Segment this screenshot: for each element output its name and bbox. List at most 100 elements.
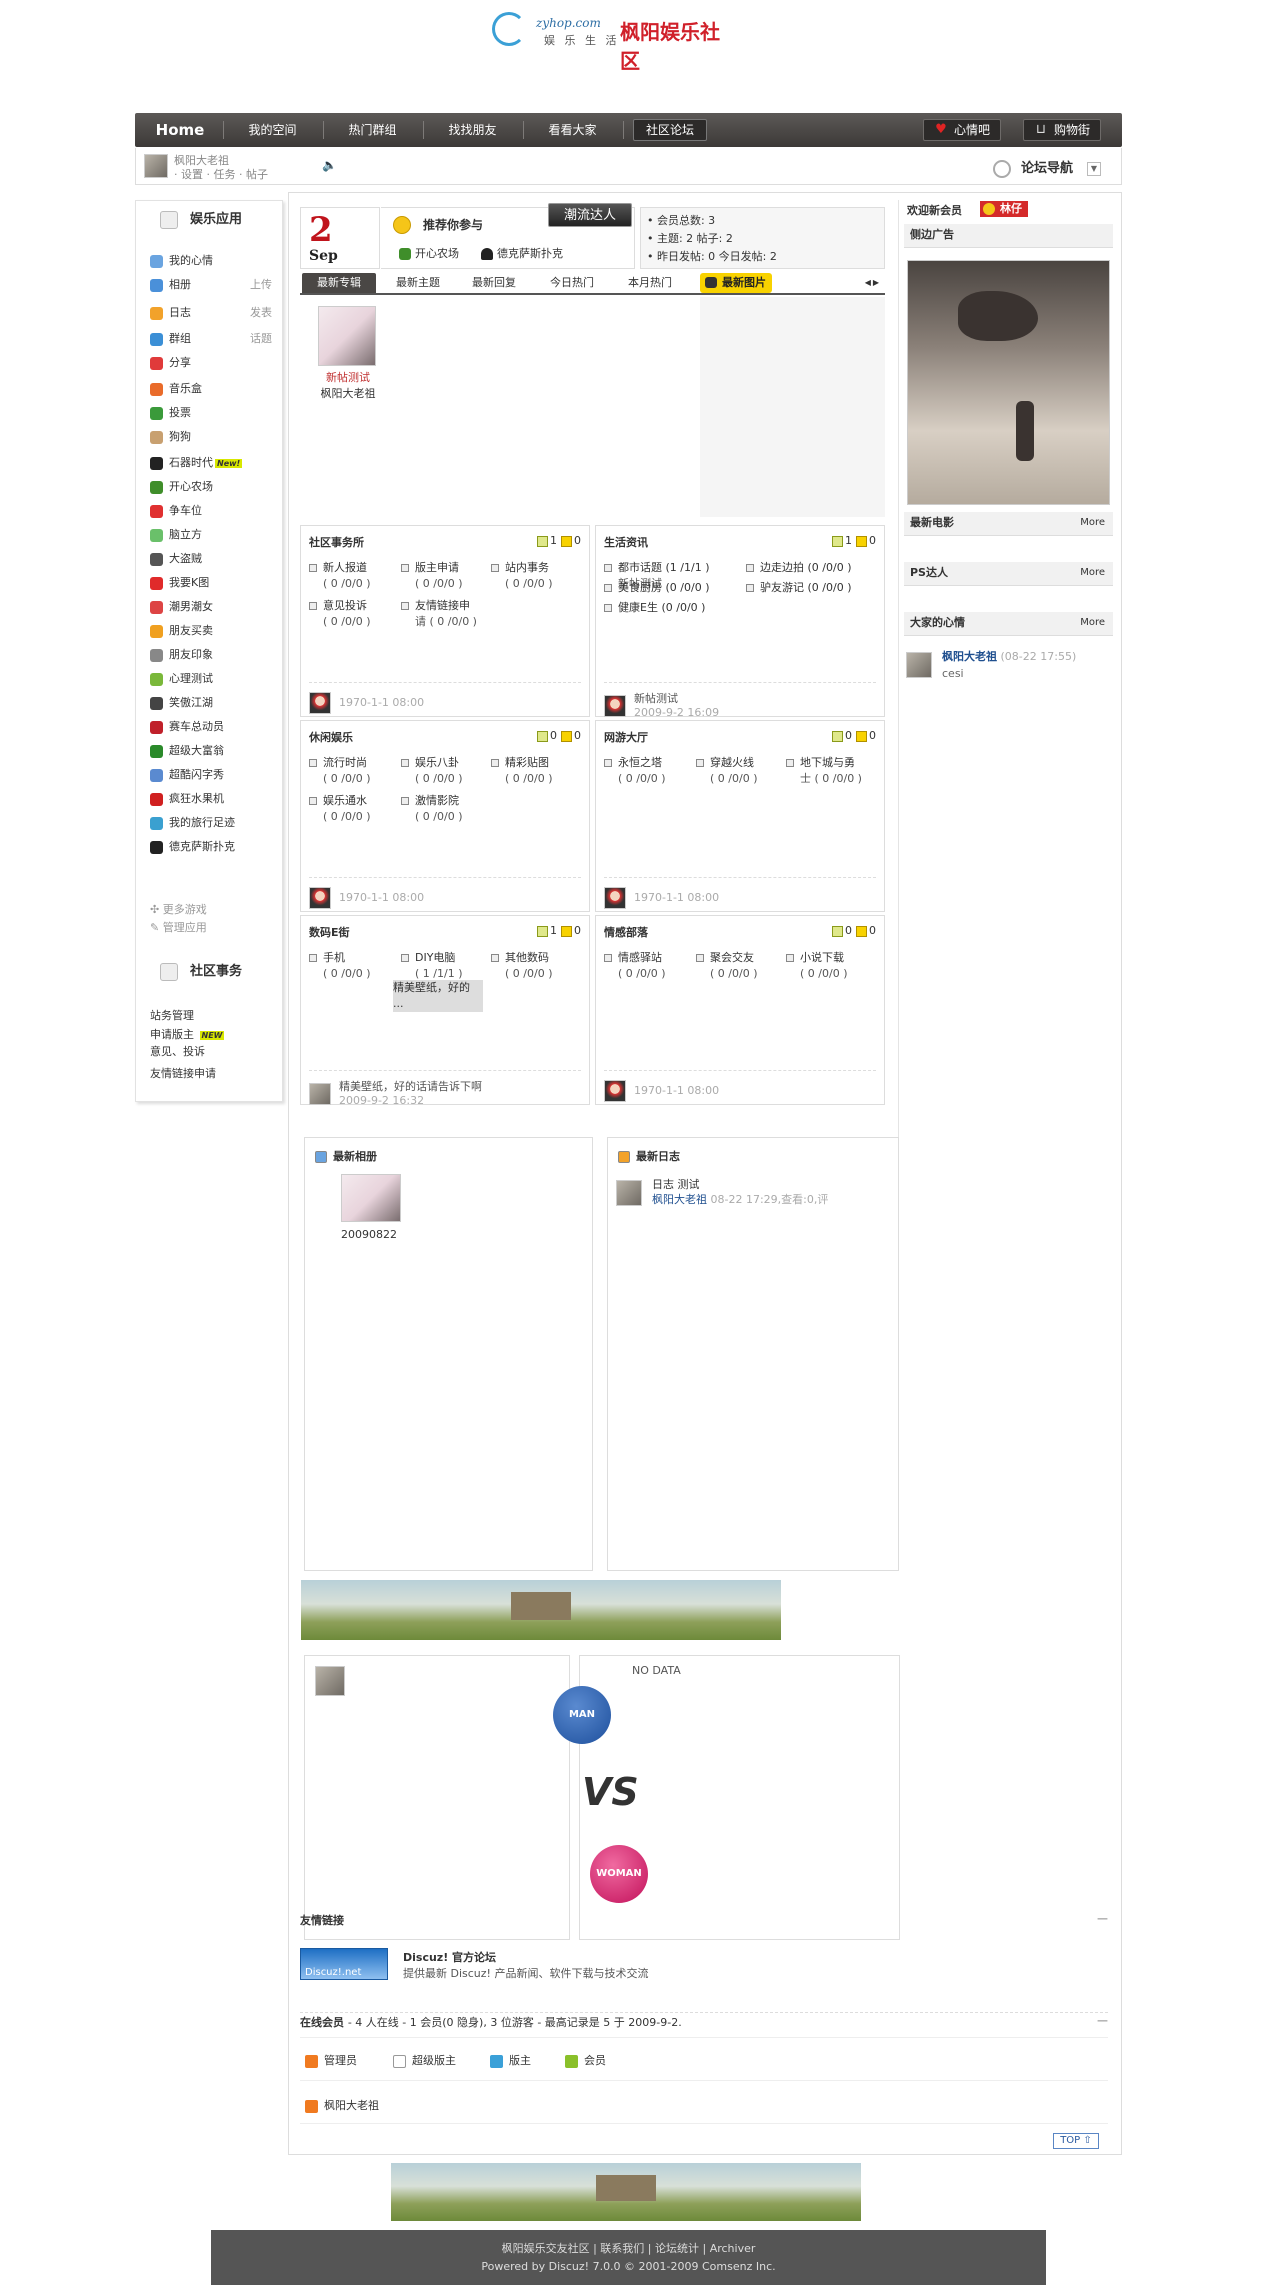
- forum-name[interactable]: 生活资讯: [604, 534, 648, 550]
- forum-name[interactable]: 休闲娱乐: [309, 729, 353, 745]
- link-name[interactable]: Discuz! 官方论坛: [403, 1949, 496, 1965]
- mood-user[interactable]: 枫阳大老祖: [942, 650, 997, 663]
- sub-forum-name[interactable]: 新人报道: [323, 561, 367, 574]
- sidebar-app-19[interactable]: 赛车总动员: [150, 717, 280, 737]
- sub-forum-name[interactable]: 流行时尚: [323, 756, 367, 769]
- tab-latest-albums[interactable]: 最新专辑: [302, 273, 376, 293]
- sidebar-app-12[interactable]: 大盗贼: [150, 549, 280, 569]
- sidebar-app-11[interactable]: 脑立方: [150, 525, 280, 545]
- user-avatar[interactable]: [144, 154, 168, 178]
- sub-forum-name[interactable]: 美食厨房 (0 /0/0 ): [618, 581, 709, 594]
- sidebar-app-2[interactable]: 日志 发表: [150, 303, 280, 323]
- last-poster-avatar[interactable]: [309, 1083, 331, 1105]
- forum-name[interactable]: 情感部落: [604, 924, 648, 940]
- sub-forum-last-post[interactable]: 精美壁纸，好的 ...: [393, 980, 483, 1012]
- man-icon[interactable]: MAN: [553, 1686, 611, 1744]
- tab-latest-replies[interactable]: 最新回复: [462, 273, 526, 293]
- sub-forum[interactable]: 聚会交友 ( 0 /0/0 ): [696, 950, 757, 982]
- sub-forum[interactable]: 友情链接申请 ( 0 /0/0 ): [401, 598, 477, 630]
- forum-name[interactable]: 网游大厅: [604, 729, 648, 745]
- sub-forum-name[interactable]: 娱乐八卦: [415, 756, 459, 769]
- sub-forum-name[interactable]: 精彩贴图: [505, 756, 549, 769]
- app-action-link[interactable]: 上传: [250, 275, 272, 295]
- sub-forum-name[interactable]: 穿越火线: [710, 756, 754, 769]
- sub-forum-name[interactable]: 站内事务: [505, 561, 549, 574]
- sidebar-app-8[interactable]: 石器时代 New!: [150, 453, 280, 473]
- sub-forum[interactable]: 边走边拍 (0 /0/0 ): [746, 560, 886, 576]
- album-thumbnail[interactable]: [341, 1174, 401, 1222]
- sidebar-app-21[interactable]: 超酷闪字秀: [150, 765, 280, 785]
- recommend-poker[interactable]: 德克萨斯扑克: [481, 245, 563, 261]
- back-to-top-button[interactable]: TOP ⇧: [1053, 2133, 1099, 2149]
- last-poster-avatar[interactable]: [309, 692, 331, 714]
- blog-author[interactable]: 枫阳大老祖: [652, 1193, 707, 1206]
- footer-banner-image[interactable]: [391, 2163, 861, 2221]
- sub-forum[interactable]: 驴友游记 (0 /0/0 ): [746, 580, 886, 596]
- sub-forum-name[interactable]: 驴友游记 (0 /0/0 ): [760, 581, 851, 594]
- forum-nav-button[interactable]: 论坛导航 ▼: [992, 157, 1101, 178]
- sub-forum-name[interactable]: 小说下载: [800, 951, 844, 964]
- sub-forum[interactable]: 意见投诉 ( 0 /0/0 ): [309, 598, 370, 630]
- sidebar-app-14[interactable]: 潮男潮女: [150, 597, 280, 617]
- sub-forum[interactable]: 新人报道 ( 0 /0/0 ): [309, 560, 370, 592]
- new-member-badge[interactable]: 林仔: [980, 201, 1028, 217]
- vs-avatar[interactable]: [315, 1666, 345, 1696]
- tab-latest-pictures[interactable]: 最新图片: [700, 273, 772, 293]
- sub-forum[interactable]: 情感驿站 ( 0 /0/0 ): [604, 950, 665, 982]
- sidebar-app-16[interactable]: 朋友印象: [150, 645, 280, 665]
- last-post-title[interactable]: 新帖测试: [634, 692, 678, 705]
- sidebar-app-1[interactable]: 相册 上传: [150, 275, 280, 295]
- sidebar-app-17[interactable]: 心理测试: [150, 669, 280, 689]
- discuz-logo[interactable]: Discuz!.net: [300, 1948, 388, 1980]
- last-poster-avatar[interactable]: [604, 695, 626, 717]
- sub-forum[interactable]: 其他数码 ( 0 /0/0 ): [491, 950, 552, 982]
- sub-forum-name[interactable]: 聚会交友: [710, 951, 754, 964]
- thread-title[interactable]: 新帖测试: [300, 370, 396, 386]
- next-arrow-icon[interactable]: ▶: [873, 278, 881, 287]
- thread-author[interactable]: 枫阳大老祖: [300, 386, 396, 402]
- more-games-link[interactable]: ✣ 更多游戏: [150, 901, 207, 917]
- trend-button[interactable]: 潮流达人: [548, 203, 632, 227]
- sidebar-app-7[interactable]: 狗狗: [150, 427, 280, 447]
- sidebar-app-18[interactable]: 笑傲江湖: [150, 693, 280, 713]
- ps-more[interactable]: More: [1080, 562, 1105, 584]
- sidebar-app-24[interactable]: 德克萨斯扑克: [150, 837, 280, 857]
- sub-forum-name[interactable]: 都市话题 (1 /1/1 ): [618, 561, 709, 574]
- nav-home[interactable]: Home: [145, 113, 215, 147]
- site-logo[interactable]: zyhop.com 娱 乐 生 活 枫阳娱乐社区: [492, 8, 732, 73]
- sub-forum[interactable]: 站内事务 ( 0 /0/0 ): [491, 560, 552, 592]
- sidebar-app-20[interactable]: 超级大富翁: [150, 741, 280, 761]
- sub-forum[interactable]: 精彩贴图 ( 0 /0/0 ): [491, 755, 552, 787]
- forum-name[interactable]: 社区事务所: [309, 534, 364, 550]
- sub-forum-name[interactable]: 意见投诉: [323, 599, 367, 612]
- last-post-title[interactable]: 精美壁纸，好的话请告诉下啊: [339, 1080, 482, 1093]
- nav-shop[interactable]: ⊔ 购物街: [1023, 119, 1102, 141]
- sub-forum-name[interactable]: DIY电脑: [415, 951, 455, 964]
- woman-icon[interactable]: WOMAN: [590, 1845, 648, 1903]
- app-action-link[interactable]: 发表: [250, 303, 272, 323]
- sub-forum[interactable]: 小说下载 ( 0 /0/0 ): [786, 950, 847, 982]
- affair-site-admin[interactable]: 站务管理: [150, 1007, 194, 1023]
- affair-feedback[interactable]: 意见、投诉: [150, 1043, 205, 1059]
- chevron-down-icon[interactable]: ▼: [1087, 161, 1101, 176]
- mood-avatar[interactable]: [906, 652, 932, 678]
- affair-link-apply[interactable]: 友情链接申请: [150, 1065, 216, 1081]
- sidebar-app-15[interactable]: 朋友买卖: [150, 621, 280, 641]
- nav-my-space[interactable]: 我的空间: [230, 113, 315, 147]
- sidebar-app-22[interactable]: 疯狂水果机: [150, 789, 280, 809]
- banner-image[interactable]: [301, 1580, 781, 1640]
- sub-forum-name[interactable]: 健康E生 (0 /0/0 ): [618, 601, 705, 614]
- nav-see-everyone[interactable]: 看看大家: [530, 113, 615, 147]
- speaker-icon[interactable]: 🔈: [322, 158, 337, 172]
- blog-avatar[interactable]: [616, 1180, 642, 1206]
- sidebar-app-10[interactable]: 争车位: [150, 501, 280, 521]
- sidebar-app-4[interactable]: 分享: [150, 353, 280, 373]
- sub-forum[interactable]: DIY电脑 ( 1 /1/1 ): [401, 950, 462, 982]
- sidebar-app-9[interactable]: 开心农场: [150, 477, 280, 497]
- sidebar-app-5[interactable]: 音乐盒: [150, 379, 280, 399]
- sub-forum[interactable]: 版主申请 ( 0 /0/0 ): [401, 560, 462, 592]
- sidebar-app-23[interactable]: 我的旅行足迹: [150, 813, 280, 833]
- prev-arrow-icon[interactable]: ◀: [865, 278, 873, 287]
- sub-forum[interactable]: 永恒之塔 ( 0 /0/0 ): [604, 755, 665, 787]
- tab-month-hot[interactable]: 本月热门: [618, 273, 682, 293]
